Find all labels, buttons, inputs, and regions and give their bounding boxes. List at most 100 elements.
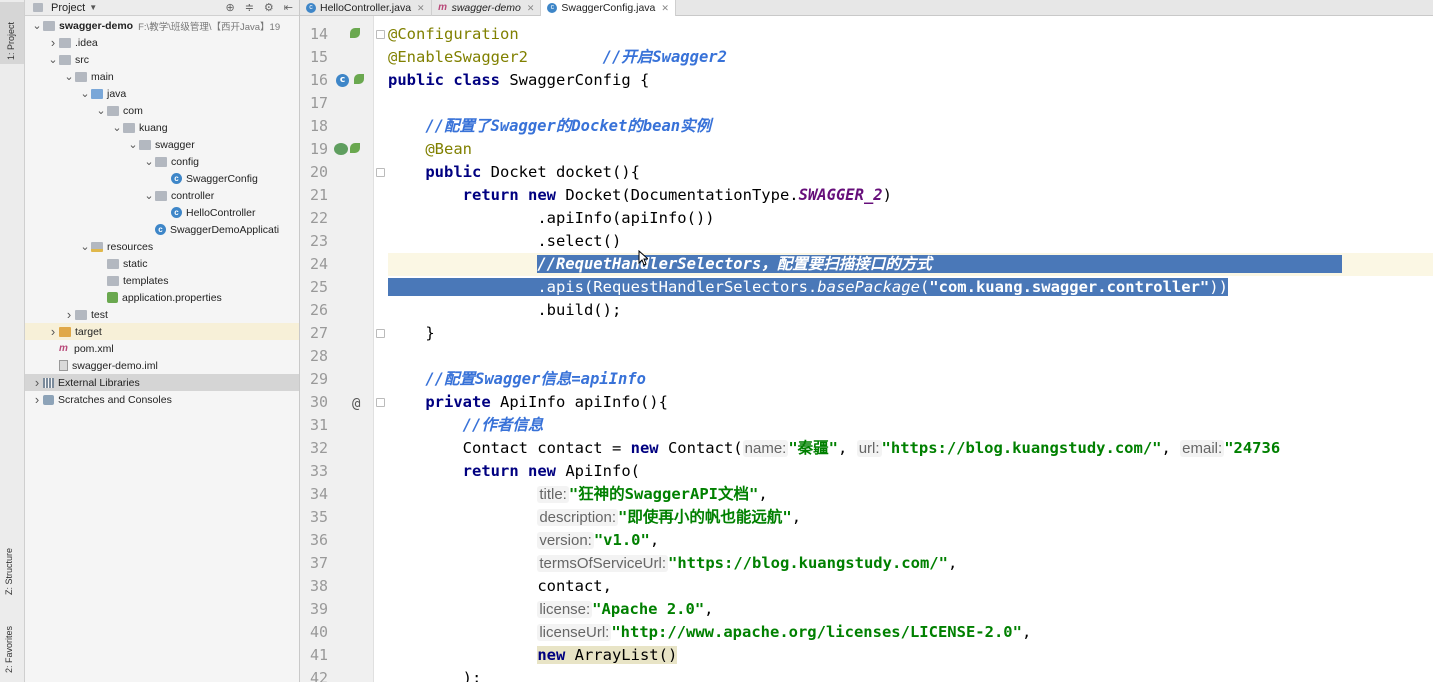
chevron-down-icon[interactable]: ⌄: [79, 88, 91, 99]
line-number: 19: [309, 140, 328, 158]
chevron-down-icon[interactable]: ⌄: [143, 156, 155, 167]
close-icon[interactable]: ✕: [417, 3, 425, 14]
code-line-26: .build();: [537, 301, 622, 319]
chevron-down-icon[interactable]: ⌄: [95, 105, 107, 116]
tree-node-external-libraries[interactable]: › External Libraries: [25, 374, 299, 391]
line-number: 15: [309, 48, 328, 66]
project-tool-tab[interactable]: 1: Project: [0, 2, 24, 64]
code-line-29: //配置Swagger信息=apiInfo: [425, 370, 646, 388]
fold-marker-icon[interactable]: [376, 398, 385, 407]
tree-node-swagger-demo[interactable]: ⌄ swagger-demo F:\教学\班级管理\【西开Java】19: [25, 17, 299, 34]
collapse-all-icon[interactable]: ≑: [245, 1, 254, 14]
locate-icon[interactable]: ⊕: [225, 1, 234, 14]
hide-panel-icon[interactable]: ⇤: [284, 1, 293, 14]
properties-icon: [107, 292, 118, 303]
code-line-41: new ArrayList(): [537, 646, 678, 664]
tree-node-swagger[interactable]: ⌄ swagger: [25, 136, 299, 153]
tree-node-main[interactable]: ⌄ main: [25, 68, 299, 85]
code-line-19: @Bean: [425, 140, 472, 158]
param-hint: name:: [742, 440, 789, 457]
tree-node-controller[interactable]: ⌄ controller: [25, 187, 299, 204]
chevron-down-icon[interactable]: ⌄: [111, 122, 123, 133]
chevron-right-icon[interactable]: ›: [31, 392, 43, 407]
spring-bean-icon[interactable]: [354, 74, 364, 84]
code-line-14: @Configuration: [388, 25, 519, 43]
tree-node-config[interactable]: ⌄ config: [25, 153, 299, 170]
tree-node-swaggerdemoapplicati[interactable]: c SwaggerDemoApplicati: [25, 221, 299, 238]
chevron-right-icon[interactable]: ›: [47, 324, 59, 339]
fold-gutter[interactable]: [374, 16, 388, 682]
tree-node-static[interactable]: static: [25, 255, 299, 272]
tab-hello-controller[interactable]: c HelloController.java ✕: [300, 0, 432, 16]
line-number: 27: [309, 324, 328, 342]
project-panel-title[interactable]: Project: [51, 2, 85, 14]
tree-node-resources[interactable]: ⌄ resources: [25, 238, 299, 255]
line-number: 31: [309, 416, 328, 434]
tree-node-label: swagger-demo: [59, 19, 134, 32]
chevron-down-icon[interactable]: ⌄: [127, 139, 139, 150]
gear-icon[interactable]: ⚙: [264, 1, 274, 14]
project-panel-header: Project ▼ ⊕ ≑ ⚙ ⇤: [25, 0, 299, 16]
tab-swagger-config[interactable]: c SwaggerConfig.java ✕: [541, 0, 676, 16]
spring-class-icon: c: [155, 224, 166, 235]
line-number: 37: [309, 554, 328, 572]
code-editor[interactable]: @Configuration @EnableSwagger2 //开启Swagg…: [388, 16, 1433, 682]
tree-node-hellocontroller[interactable]: c HelloController: [25, 204, 299, 221]
code-line-38: contact,: [537, 577, 612, 595]
chevron-down-icon[interactable]: ⌄: [47, 54, 59, 65]
tree-node-java[interactable]: ⌄ java: [25, 85, 299, 102]
close-icon[interactable]: ✕: [527, 3, 535, 14]
tree-node-swagger-demo-iml[interactable]: swagger-demo.iml: [25, 357, 299, 374]
tree-node-pom-xml[interactable]: m pom.xml: [25, 340, 299, 357]
override-icon[interactable]: @: [352, 396, 360, 412]
tree-node-src[interactable]: ⌄ src: [25, 51, 299, 68]
line-number: 16: [309, 71, 328, 89]
param-hint: termsOfServiceUrl:: [537, 555, 668, 572]
chevron-down-icon[interactable]: ▼: [89, 3, 97, 12]
favorites-tool-tab[interactable]: 2: Favorites: [4, 626, 14, 673]
spring-config-icon[interactable]: [350, 143, 360, 153]
tree-node-idea[interactable]: › .idea: [25, 34, 299, 51]
tree-node-kuang[interactable]: ⌄ kuang: [25, 119, 299, 136]
tree-node-scratches-and-consoles[interactable]: › Scratches and Consoles: [25, 391, 299, 408]
fold-marker-icon[interactable]: [376, 30, 385, 39]
tool-window-strip: 1: Project Z: Structure 2: Favorites: [0, 0, 25, 682]
fold-marker-icon[interactable]: [376, 168, 385, 177]
ide-window: 1: Project Z: Structure 2: Favorites Pro…: [0, 0, 1433, 682]
chevron-down-icon[interactable]: ⌄: [31, 20, 43, 31]
tree-node-swaggerconfig[interactable]: c SwaggerConfig: [25, 170, 299, 187]
chevron-down-icon[interactable]: ⌄: [63, 71, 75, 82]
tree-node-target[interactable]: › target: [25, 323, 299, 340]
line-number: 38: [309, 577, 328, 595]
folder-icon: [75, 309, 87, 320]
package-icon: [155, 156, 167, 167]
tab-swagger-demo[interactable]: m swagger-demo ✕: [432, 0, 542, 16]
tree-node-templates[interactable]: templates: [25, 272, 299, 289]
tree-node-test[interactable]: › test: [25, 306, 299, 323]
folder-icon: [59, 54, 71, 65]
tree-node-application-properties[interactable]: application.properties: [25, 289, 299, 306]
class-icon[interactable]: c: [336, 74, 349, 87]
chevron-right-icon[interactable]: ›: [31, 375, 43, 390]
editor-gutter[interactable]: 14 15 16 17 18 19 20 21 22 23 24 25 26 27 28 29 30 31 32 33…: [300, 16, 374, 682]
chevron-down-icon[interactable]: ⌄: [79, 241, 91, 252]
code-line-30: private ApiInfo apiInfo(){: [425, 393, 668, 411]
code-line-42: );: [462, 669, 482, 682]
structure-tool-tab[interactable]: Z: Structure: [4, 548, 14, 595]
tree-node-com[interactable]: ⌄ com: [25, 102, 299, 119]
close-icon[interactable]: ✕: [661, 3, 669, 14]
code-line-35: description: "即使再小的帆也能远航",: [537, 508, 802, 526]
chevron-down-icon[interactable]: ⌄: [143, 190, 155, 201]
chevron-right-icon[interactable]: ›: [47, 35, 59, 50]
tree-node-label: SwaggerConfig: [186, 172, 258, 185]
line-number: 20: [309, 163, 328, 181]
fold-marker-icon[interactable]: [376, 329, 385, 338]
tree-node-label: com: [123, 104, 143, 117]
libraries-icon: [43, 377, 54, 388]
chevron-right-icon[interactable]: ›: [63, 307, 75, 322]
line-number: 24: [309, 255, 328, 273]
spring-config-icon[interactable]: [350, 28, 360, 38]
line-number: 39: [309, 600, 328, 618]
spring-bean-icon[interactable]: [334, 143, 348, 155]
param-hint: license:: [537, 601, 593, 618]
